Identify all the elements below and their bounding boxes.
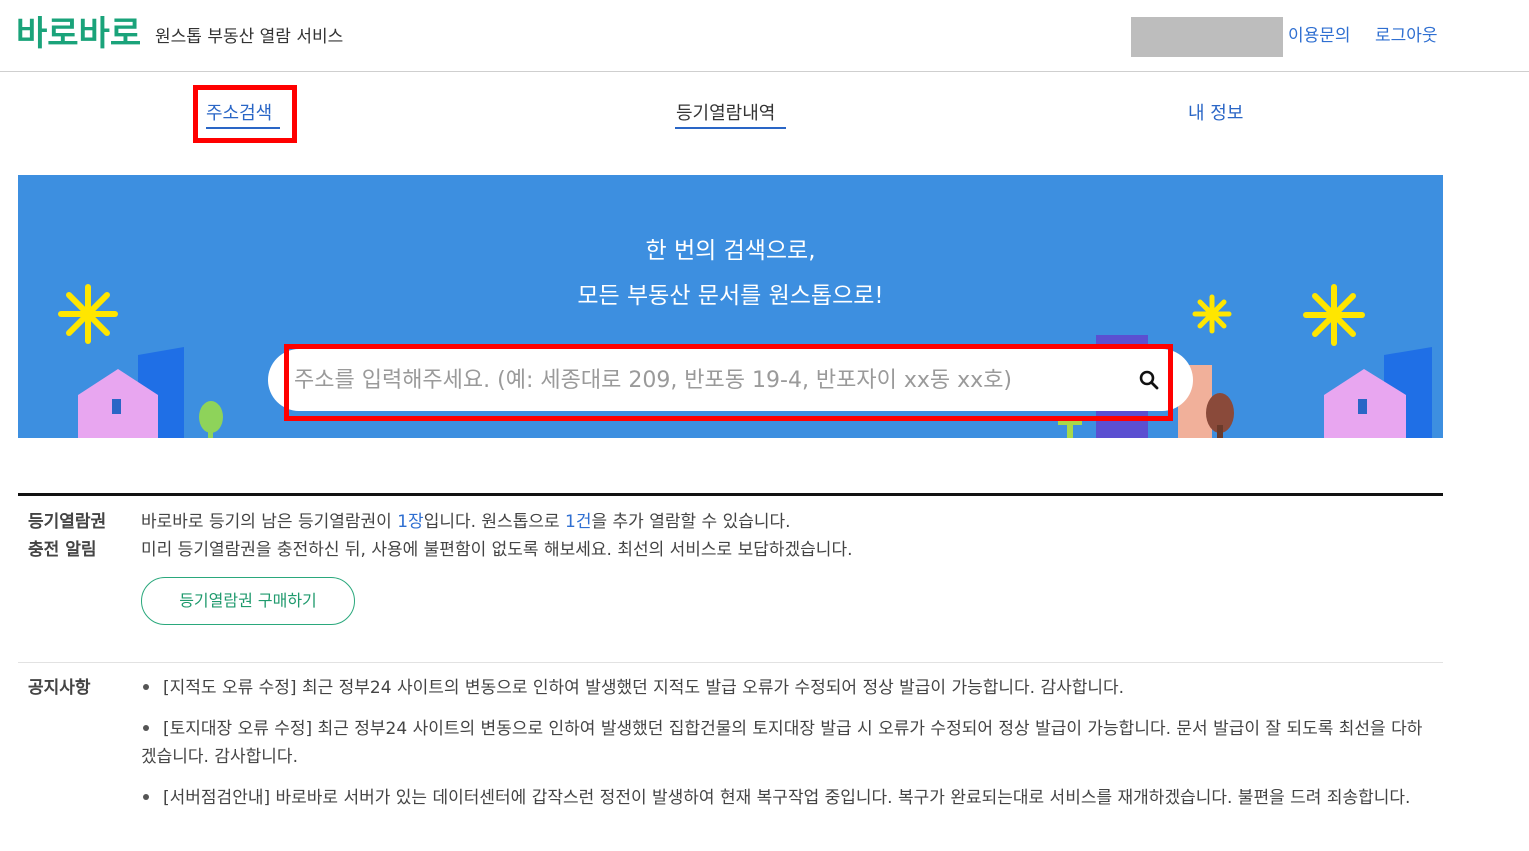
- recharge-text-2: 미리 등기열람권을 충전하신 뒤, 사용에 불편함이 없도록 해보세요. 최선의…: [141, 540, 853, 560]
- highlight-box-search: [284, 344, 1173, 421]
- notice-text: [지적도 오류 수정] 최근 정부24 사이트의 변동으로 인하여 발생했던 지…: [163, 678, 1125, 698]
- section-divider: [18, 493, 1443, 496]
- banner-headline-2: 모든 부동산 문서를 원스톱으로!: [577, 283, 884, 309]
- recharge-label-line2: 충전 알림: [28, 540, 97, 560]
- bullet-icon: [143, 724, 149, 731]
- bullet-icon: [143, 683, 149, 690]
- highlight-box-tab: [193, 85, 297, 143]
- logo-subtitle: 원스톱 부동산 열람 서비스: [155, 27, 344, 47]
- recharge-label-line1: 등기열람권: [28, 512, 107, 532]
- notice-item: [토지대장 오류 수정] 최근 정부24 사이트의 변동으로 인하여 발생했던 …: [141, 715, 1431, 771]
- logo[interactable]: 바로바로: [16, 6, 141, 55]
- recharge-text-part: 바로바로 등기의 남은 등기열람권이: [141, 512, 398, 532]
- recharge-label: 등기열람권 충전 알림: [28, 508, 106, 564]
- bullet-icon: [143, 793, 149, 800]
- tab-registry-history-underline: [675, 127, 786, 129]
- remaining-count: 1장: [397, 512, 424, 532]
- tab-my-info[interactable]: 내 정보: [1188, 99, 1243, 125]
- contact-link[interactable]: 이용문의: [1288, 21, 1351, 46]
- notice-text: [토지대장 오류 수정] 최근 정부24 사이트의 변동으로 인하여 발생했던 …: [141, 719, 1423, 767]
- tab-registry-history[interactable]: 등기열람내역: [676, 99, 775, 125]
- user-info-redacted: [1131, 17, 1283, 57]
- buy-ticket-button[interactable]: 등기열람권 구매하기: [141, 577, 355, 625]
- notice-item: [서버점검안내] 바로바로 서버가 있는 데이터센터에 갑작스런 정전이 발생하…: [141, 784, 1431, 812]
- recharge-text-1: 바로바로 등기의 남은 등기열람권이 1장입니다. 원스톱으로 1건을 추가 열…: [141, 508, 791, 536]
- recharge-text-part: 을 추가 열람할 수 있습니다.: [591, 512, 791, 532]
- notice-label: 공지사항: [28, 678, 91, 698]
- section-divider-2: [18, 662, 1443, 663]
- top-header: 바로바로 원스톱 부동산 열람 서비스 이용문의 로그아웃: [0, 0, 1529, 72]
- notice-item: [지적도 오류 수정] 최근 정부24 사이트의 변동으로 인하여 발생했던 지…: [141, 674, 1431, 702]
- banner-headline-1: 한 번의 검색으로,: [645, 238, 816, 264]
- notice-text: [서버점검안내] 바로바로 서버가 있는 데이터센터에 갑작스런 정전이 발생하…: [163, 788, 1411, 808]
- additional-count: 1건: [565, 512, 592, 532]
- recharge-text-part: 입니다. 원스톱으로: [423, 512, 566, 532]
- logout-link[interactable]: 로그아웃: [1375, 21, 1438, 46]
